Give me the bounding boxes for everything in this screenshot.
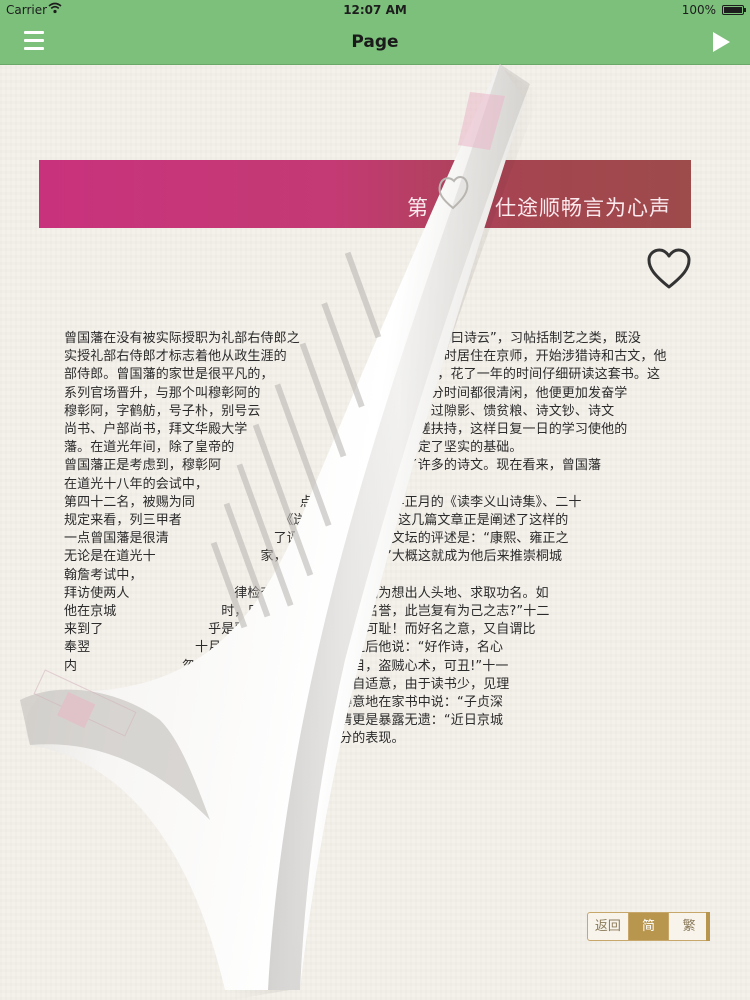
article-body: 曾国藩在没有被实际授职为礼部右侍郎之 读“子曰诗云”，习帖括制艺之类，既没 实授… xyxy=(64,330,686,749)
text-line: 实授礼部右侍郎才标志着他从政生涯的 他暂时居住在京师，开始涉猎诗和古文，他 xyxy=(64,349,667,365)
nav-bar: Page xyxy=(0,20,750,65)
text-line: 内 忽思构一巨篇以震炫举世之耳目，盗贼心术，可丑!”十一 xyxy=(64,658,509,674)
text-line: 一点曾国藩是很清 了评述，其中对清初文坛的评述是：“康熙、雍正之 xyxy=(64,531,569,547)
text-line: 翰詹考试中， xyxy=(64,567,241,583)
chapter-title: 第 ：仕途顺畅言为心声 xyxy=(407,196,671,220)
text-line: 曾国藩正是考虑到，穆彰阿 诗，因此写了许多的诗文。现在看来，曾国藩 xyxy=(64,458,602,474)
text-line: 一月十七日的家书中他的得意之情更是暴露无遗：“近日京城 xyxy=(64,713,504,729)
clock: 12:07 AM xyxy=(343,3,407,17)
text-line: 处，欲与之谈诗。凡有所作，辄自适意，由于读书少，见理 xyxy=(64,676,510,692)
text-line: 面前，他的求名思想得到了最充分的表现。 xyxy=(64,731,405,747)
text-line: 拜访使两人 律检查自己写诗是否是因为想出人头地、求取功名。如 xyxy=(64,585,549,601)
battery-icon xyxy=(722,5,746,15)
text-line: 曾国藩在没有被实际授职为礼部右侍郎之 读“子曰诗云”，习帖括制艺之类，既没 xyxy=(64,331,641,346)
text-line: 藩。在道光年间，除了皇帝的 一代大儒奠定了坚实的基础。 xyxy=(64,440,523,456)
heart-icon[interactable] xyxy=(646,247,692,291)
text-line: 第四十二名，被赐为同 点，道光二十三年正月的《读李义山诗集》、二十 xyxy=(64,494,582,510)
text-line: 部侍郎。曾国藩的家世是很平凡的， 三史，花了一年的时间仔细研读这套书。这 xyxy=(64,367,661,383)
text-line: 无论是在道光十 家，而方氏最为无类。”大概这就成为他后来推崇桐城 xyxy=(64,549,563,565)
text-line: 穆彰阿，字鹤舫，号子朴，别号云 徐偶谈、过隙影、馈贫粮、诗文钞、诗文 xyxy=(64,403,615,419)
text-line: 系列官场晋升，与那个叫穆彰阿的 后，大部分时间都很清闲，他便更加发奋学 xyxy=(64,385,628,401)
toggle-edge xyxy=(706,912,710,941)
play-icon[interactable] xyxy=(713,32,730,52)
text-line: 在道光十八年的会试中， 这段时间。 xyxy=(64,476,386,492)
script-toggle: 返回 简 繁 xyxy=(587,912,710,941)
status-bar: Carrier 12:07 AM 100% xyxy=(0,0,750,20)
page-title: Page xyxy=(351,32,399,52)
back-button[interactable]: 返回 xyxy=(588,913,629,940)
text-line: 规定来看，列三甲者 《送周荇农南归序》这几篇文章正是阐述了这样的 xyxy=(64,513,569,529)
text-line: 奉翌 十月二十五日经过深刻反省之后他说：“好作诗，名心 xyxy=(64,640,504,656)
text-line: 他在京城 时，只要压倒他人，要取名誉，此岂复有为己之志?”十二 xyxy=(64,604,550,620)
simplified-button[interactable]: 简 xyxy=(628,913,670,940)
traditional-button[interactable]: 繁 xyxy=(669,913,709,940)
text-line: 来到了 乎是要人说好。为人好名，可耻！而好名之意，又自谓比 xyxy=(64,622,536,638)
chapter-banner: 第 ：仕途顺畅言为心声 xyxy=(39,160,691,228)
text-line: 尚书、户部尚书，拜文华殿大学 相互间切磋扶持，这样日复一日的学习使他的 xyxy=(64,422,628,438)
battery-percent: 100% xyxy=(681,3,716,17)
text-line: 一年的十月二十六日那天，他很得意地在家书中说：“子贞深 xyxy=(64,695,504,711)
